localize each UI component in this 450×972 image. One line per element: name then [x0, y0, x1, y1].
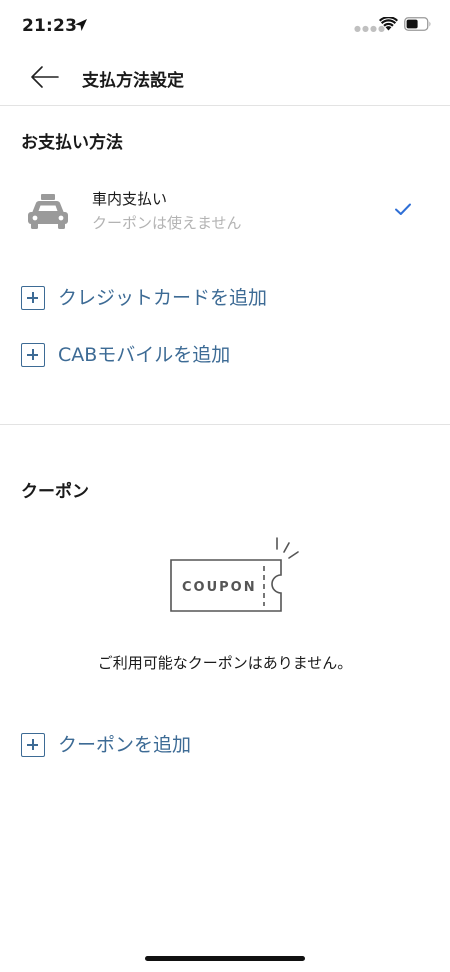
add-cab-mobile-label: CABモバイルを追加 [58, 344, 231, 366]
add-coupon-label: クーポンを追加 [58, 734, 192, 756]
plus-box-icon [21, 733, 45, 757]
payment-section-title: お支払い方法 [21, 133, 123, 153]
home-indicator [145, 956, 305, 961]
payment-method-name: 車内支払い [92, 190, 168, 208]
location-arrow-icon [75, 19, 87, 31]
coupon-illustration-text: COUPON [182, 580, 257, 595]
checkmark-icon [395, 203, 411, 215]
wifi-icon [379, 17, 398, 31]
plus-box-icon [21, 343, 45, 367]
status-time: 21:23 [22, 16, 78, 36]
taxi-icon [28, 194, 68, 229]
plus-box-icon [21, 286, 45, 310]
payment-method-in-car[interactable]: 車内支払い クーポンは使えません [0, 176, 450, 246]
section-divider [0, 424, 450, 425]
arrow-left-icon [31, 66, 59, 88]
back-button[interactable] [28, 60, 62, 94]
coupon-ticket-icon: COUPON [170, 537, 299, 612]
battery-icon [404, 17, 431, 31]
coupon-empty-message: ご利用可能なクーポンはありません。 [97, 654, 353, 672]
navigation-bar: 支払方法設定 [0, 48, 450, 106]
payment-method-note: クーポンは使えません [92, 214, 242, 232]
coupon-section-title: クーポン [21, 482, 89, 502]
status-bar: 21:23 ●●●● [0, 0, 450, 48]
add-credit-card-label: クレジットカードを追加 [58, 287, 268, 309]
page-title: 支払方法設定 [82, 71, 184, 91]
